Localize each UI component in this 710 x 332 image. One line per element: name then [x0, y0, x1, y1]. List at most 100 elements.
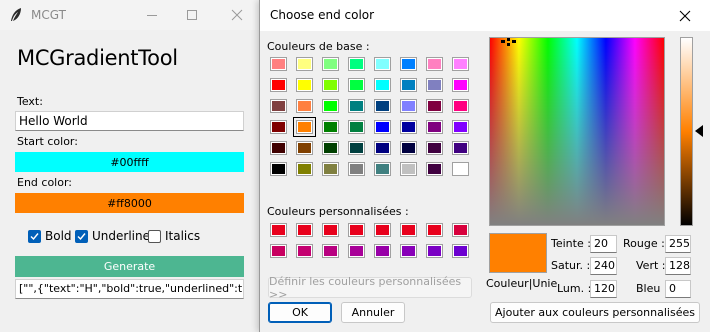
basic-color-swatch[interactable]	[348, 162, 365, 176]
cancel-button[interactable]: Annuler	[341, 302, 405, 323]
custom-color-swatch[interactable]	[374, 223, 391, 237]
underline-checkbox[interactable]: Underline	[75, 229, 150, 243]
basic-color-swatch[interactable]	[270, 162, 287, 176]
basic-color-swatch[interactable]	[374, 78, 391, 92]
basic-color-swatch[interactable]	[322, 162, 339, 176]
solid-color-label[interactable]: Couleur|Unie	[486, 277, 557, 290]
checkbox-underline-box[interactable]	[75, 229, 88, 243]
basic-color-swatch[interactable]	[400, 99, 417, 113]
custom-color-swatch[interactable]	[270, 223, 287, 237]
basic-color-swatch[interactable]	[296, 78, 313, 92]
basic-color-swatch[interactable]	[270, 120, 287, 134]
start-color-swatch[interactable]: #00ffff	[15, 152, 244, 172]
text-input[interactable]: Hello World	[15, 111, 244, 131]
custom-color-swatch[interactable]	[400, 223, 417, 237]
basic-color-swatch[interactable]	[322, 120, 339, 134]
output-field[interactable]: ["",{"text":"H","bold":true,"underlined"…	[15, 279, 244, 299]
screen: MCGT MCGradientTool Text: Hello World St…	[0, 0, 710, 332]
basic-color-swatch[interactable]	[426, 99, 443, 113]
add-custom-color-button[interactable]: Ajouter aux couleurs personnalisées	[490, 302, 700, 323]
blue-label: Bleu :	[636, 282, 668, 295]
basic-color-swatch[interactable]	[400, 162, 417, 176]
green-input[interactable]: 128	[665, 257, 691, 275]
basic-color-swatch[interactable]	[374, 99, 391, 113]
basic-color-swatch[interactable]	[322, 141, 339, 155]
basic-color-swatch[interactable]	[452, 141, 469, 155]
basic-color-swatch[interactable]	[296, 141, 313, 155]
custom-color-swatch[interactable]	[270, 244, 287, 258]
blue-input[interactable]: 0	[665, 280, 691, 298]
custom-color-swatch[interactable]	[374, 244, 391, 258]
basic-color-swatch[interactable]	[400, 141, 417, 155]
red-input[interactable]: 255	[665, 235, 691, 253]
define-custom-colors-button[interactable]: Définir les couleurs personnalisées >>	[268, 275, 472, 301]
basic-color-swatch[interactable]	[348, 120, 365, 134]
basic-color-swatch[interactable]	[270, 99, 287, 113]
app-close-button[interactable]	[215, 0, 259, 30]
basic-color-swatch[interactable]	[452, 99, 469, 113]
basic-color-swatch[interactable]	[348, 78, 365, 92]
basic-color-swatch[interactable]	[452, 57, 469, 71]
basic-color-swatch[interactable]	[322, 78, 339, 92]
generate-button[interactable]: Generate	[15, 256, 244, 277]
basic-color-swatch[interactable]	[400, 120, 417, 134]
basic-color-swatch[interactable]	[374, 162, 391, 176]
basic-color-swatch[interactable]	[400, 78, 417, 92]
basic-color-swatch[interactable]	[374, 57, 391, 71]
basic-color-swatch[interactable]	[270, 57, 287, 71]
basic-color-swatch[interactable]	[374, 141, 391, 155]
custom-color-swatch[interactable]	[348, 244, 365, 258]
basic-color-swatch[interactable]	[348, 141, 365, 155]
custom-color-swatch[interactable]	[452, 244, 469, 258]
basic-color-swatch[interactable]	[296, 162, 313, 176]
ok-button[interactable]: OK	[268, 302, 332, 323]
maximize-button[interactable]	[170, 0, 214, 30]
basic-color-swatch[interactable]	[426, 141, 443, 155]
basic-color-swatch[interactable]	[426, 162, 443, 176]
basic-color-swatch[interactable]	[270, 141, 287, 155]
custom-color-swatch[interactable]	[452, 223, 469, 237]
luminance-bar[interactable]	[680, 37, 693, 226]
app-titlebar[interactable]: MCGT	[0, 0, 262, 30]
dialog-titlebar[interactable]: Choose end color	[260, 0, 710, 31]
end-color-swatch[interactable]: #ff8000	[15, 193, 244, 213]
basic-color-swatch[interactable]	[452, 162, 469, 176]
basic-colors-label: Couleurs de base :	[267, 40, 370, 53]
basic-color-swatch[interactable]	[452, 120, 469, 134]
custom-color-swatch[interactable]	[348, 223, 365, 237]
checkbox-bold-box[interactable]	[28, 229, 41, 243]
basic-color-swatch[interactable]	[426, 57, 443, 71]
app-heading: MCGradientTool	[17, 46, 178, 70]
custom-color-swatch[interactable]	[296, 244, 313, 258]
dialog-close-button[interactable]	[675, 6, 695, 26]
basic-color-swatch[interactable]	[270, 78, 287, 92]
saturation-input[interactable]: 240	[590, 257, 617, 275]
basic-color-swatch[interactable]	[293, 117, 316, 137]
luminance-input[interactable]: 120	[590, 280, 617, 298]
basic-color-swatch[interactable]	[348, 57, 365, 71]
custom-color-swatch[interactable]	[426, 223, 443, 237]
luminance-arrow-icon[interactable]	[695, 125, 703, 137]
italics-checkbox[interactable]: Italics	[148, 229, 200, 243]
basic-color-swatch[interactable]	[296, 99, 313, 113]
custom-color-swatch[interactable]	[296, 223, 313, 237]
basic-color-swatch[interactable]	[296, 57, 313, 71]
basic-color-swatch[interactable]	[348, 99, 365, 113]
italics-label: Italics	[165, 229, 201, 243]
basic-color-swatch[interactable]	[426, 120, 443, 134]
basic-color-swatch[interactable]	[322, 99, 339, 113]
basic-color-swatch[interactable]	[400, 57, 417, 71]
basic-color-swatch[interactable]	[452, 78, 469, 92]
color-spectrum[interactable]	[489, 37, 665, 226]
custom-color-swatch[interactable]	[400, 244, 417, 258]
custom-color-swatch[interactable]	[426, 244, 443, 258]
custom-color-swatch[interactable]	[322, 244, 339, 258]
basic-color-swatch[interactable]	[374, 120, 391, 134]
custom-color-swatch[interactable]	[322, 223, 339, 237]
bold-checkbox[interactable]: Bold	[28, 229, 72, 243]
hue-input[interactable]: 20	[590, 235, 617, 253]
basic-color-swatch[interactable]	[426, 78, 443, 92]
checkbox-italics-box[interactable]	[148, 229, 161, 243]
basic-color-swatch[interactable]	[322, 57, 339, 71]
minimize-button[interactable]	[130, 0, 174, 30]
